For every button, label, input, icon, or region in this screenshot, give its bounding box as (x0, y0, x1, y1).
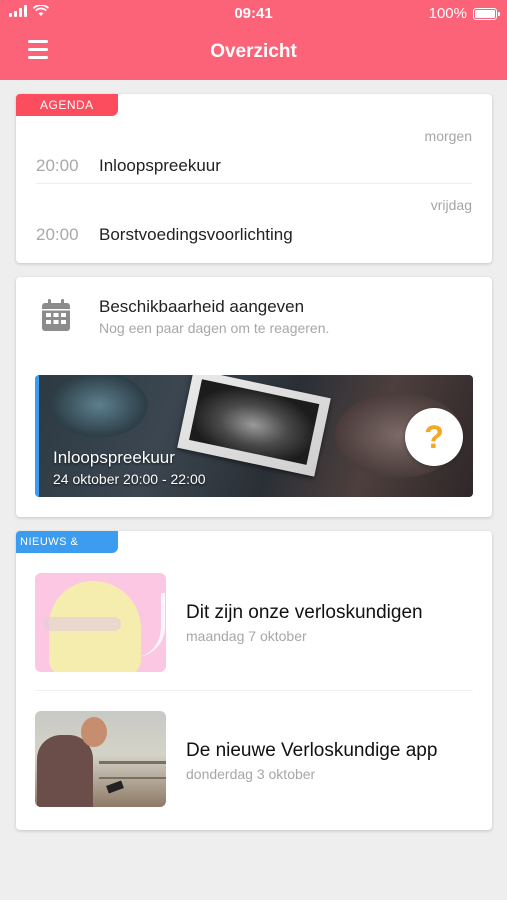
news-thumbnail (35, 711, 166, 807)
event-name: Inloopspreekuur (53, 448, 175, 467)
agenda-item-day: morgen (424, 128, 472, 144)
availability-subtitle: Nog een paar dagen om te reageren. (99, 320, 330, 336)
agenda-item-time: 20:00 (36, 225, 79, 244)
news-title: De nieuwe Verloskundige app (186, 740, 438, 761)
news-card: NIEUWS & BLOGS Dit zijn onze verloskundi… (16, 531, 492, 830)
agenda-item-name[interactable]: Inloopspreekuur (99, 156, 221, 176)
news-item[interactable]: De nieuwe Verloskundige app donderdag 3 … (16, 531, 492, 807)
event-banner[interactable]: Inloopspreekuur 24 oktober 20:00 - 22:00… (35, 375, 473, 497)
question-icon[interactable]: ? (405, 408, 463, 466)
status-bar: 09:41 100% (0, 0, 507, 26)
app-header: 09:41 100% Overzicht (0, 0, 507, 80)
page-title: Overzicht (210, 41, 297, 62)
ultrasound-photo (177, 375, 331, 477)
divider (36, 183, 472, 184)
agenda-card: AGENDA morgen 20:00 Inloopspreekuur vrij… (16, 94, 492, 263)
availability-card: Beschikbaarheid aangeven Nog een paar da… (16, 277, 492, 517)
event-date: 24 oktober 20:00 - 22:00 (53, 471, 206, 487)
agenda-item-name[interactable]: Borstvoedingsvoorlichting (99, 225, 293, 245)
battery-full-icon (473, 7, 500, 20)
divider (35, 690, 473, 691)
news-date: donderdag 3 oktober (186, 766, 316, 782)
agenda-tag: AGENDA (16, 94, 118, 116)
calendar-icon (42, 299, 70, 331)
availability-title: Beschikbaarheid aangeven (99, 297, 305, 316)
battery-percentage: 100% (428, 5, 467, 22)
agenda-item-time: 20:00 (36, 156, 79, 175)
agenda-item-day: vrijdag (430, 197, 472, 213)
status-right: 100% (428, 5, 500, 22)
